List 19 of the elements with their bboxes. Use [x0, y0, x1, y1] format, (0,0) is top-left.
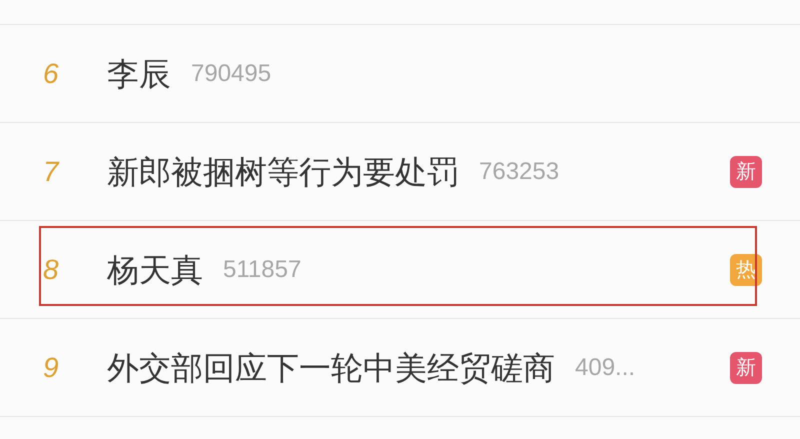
rank-number: 8 — [42, 252, 60, 286]
rank-number: 9 — [42, 350, 60, 384]
view-count: 763253 — [479, 156, 560, 186]
topic-title: 李辰 — [107, 54, 171, 94]
topic-title: 外交部回应下一轮中美经贸磋商 — [107, 348, 555, 388]
hot-search-row[interactable]: 9 外交部回应下一轮中美经贸磋商 409... 新 — [0, 319, 800, 417]
view-count: 790495 — [191, 58, 272, 88]
hot-search-row[interactable]: 6 李辰 790495 — [0, 25, 800, 123]
hot-search-row[interactable]: 8 杨天真 511857 热 — [0, 221, 800, 319]
view-count: 409... — [575, 352, 636, 382]
rank-number: 7 — [42, 154, 60, 188]
topic-badge: 热 — [730, 254, 762, 286]
topic-title: 新郎被捆树等行为要处罚 — [107, 152, 459, 192]
topic-badge: 新 — [730, 352, 762, 384]
topic-badge: 新 — [730, 156, 762, 188]
hot-search-row[interactable]: 7 新郎被捆树等行为要处罚 763253 新 — [0, 123, 800, 221]
view-count: 511857 — [223, 254, 302, 284]
topic-title: 杨天真 — [107, 250, 203, 290]
rank-number: 6 — [42, 56, 60, 90]
